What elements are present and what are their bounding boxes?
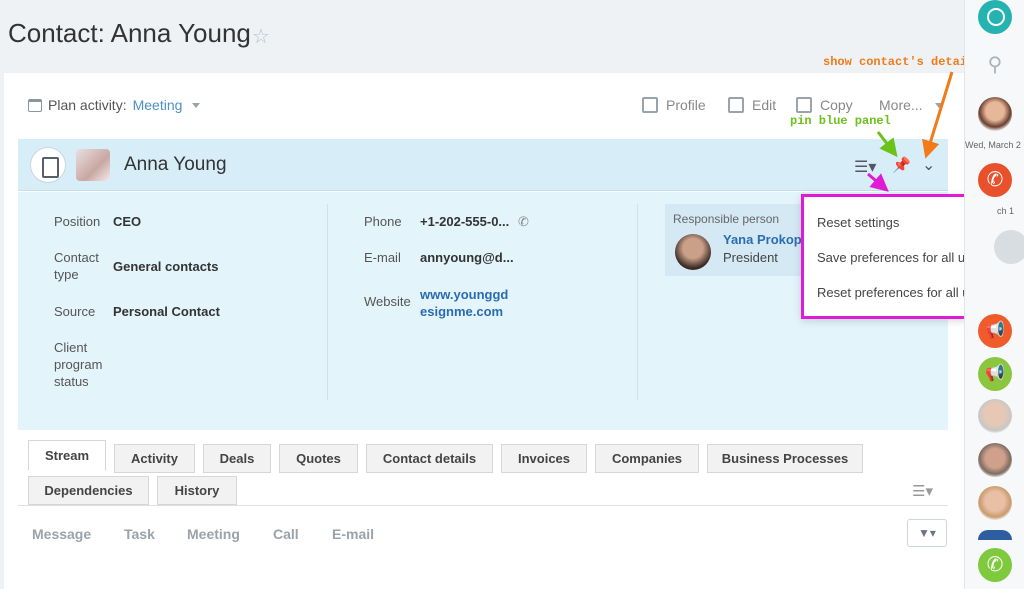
tabs-divider bbox=[18, 505, 948, 506]
tab-companies[interactable]: Companies bbox=[595, 444, 699, 473]
profile-button[interactable]: Profile bbox=[642, 97, 706, 113]
copy-label: Copy bbox=[820, 97, 853, 113]
chat-icon[interactable] bbox=[978, 0, 1012, 34]
responsible-person-card[interactable]: Responsible person Yana Prokope Presiden… bbox=[665, 204, 803, 276]
profile-label: Profile bbox=[666, 97, 706, 113]
position-value: CEO bbox=[113, 214, 142, 229]
tab-stream[interactable]: Stream bbox=[28, 440, 106, 471]
activity-call[interactable]: Call bbox=[273, 526, 299, 542]
phone-value[interactable]: +1-202-555-0... bbox=[420, 213, 509, 230]
star-icon[interactable]: ☆ bbox=[252, 24, 270, 49]
activity-meeting[interactable]: Meeting bbox=[187, 526, 240, 542]
menu-item-reset-settings[interactable]: Reset settings bbox=[817, 215, 899, 230]
divider bbox=[637, 204, 638, 400]
activity-message[interactable]: Message bbox=[32, 526, 91, 542]
contact-type-label-2: type bbox=[54, 267, 79, 282]
copy-button[interactable]: Copy bbox=[796, 97, 853, 113]
responsible-title: Responsible person bbox=[673, 212, 780, 226]
plan-activity-value[interactable]: Meeting bbox=[133, 97, 183, 113]
tab-settings-icon[interactable]: ☰▾ bbox=[912, 482, 933, 500]
avatar[interactable] bbox=[978, 399, 1012, 433]
filter-icon: ▼▾ bbox=[918, 526, 936, 540]
sidebar-date: Wed, March 2 bbox=[965, 140, 1021, 150]
avatar[interactable] bbox=[994, 230, 1024, 264]
calendar-icon bbox=[28, 98, 42, 112]
more-button[interactable]: More... bbox=[879, 97, 943, 113]
phone-icon[interactable] bbox=[978, 548, 1012, 582]
contact-header-panel: Anna Young ☰▾ 📌 ⌄ bbox=[18, 139, 948, 191]
edit-label: Edit bbox=[752, 97, 777, 113]
edit-button[interactable]: Edit bbox=[728, 97, 776, 113]
contact-type-value: General contacts bbox=[113, 259, 219, 274]
avatar[interactable] bbox=[978, 97, 1012, 131]
avatar[interactable] bbox=[978, 486, 1012, 520]
phone-label: Phone bbox=[364, 214, 402, 229]
call-icon[interactable]: ✆ bbox=[518, 213, 529, 230]
tab-history[interactable]: History bbox=[157, 476, 237, 505]
client-label-1: Client bbox=[54, 340, 88, 355]
edit-icon bbox=[728, 97, 744, 113]
right-sidebar: ⚲ Wed, March 2 ch 1 bbox=[964, 0, 1024, 589]
source-value: Personal Contact bbox=[113, 304, 220, 319]
tab-deals[interactable]: Deals bbox=[203, 444, 271, 473]
megaphone-icon[interactable] bbox=[978, 357, 1012, 391]
divider bbox=[327, 204, 328, 400]
plan-activity-label: Plan activity: bbox=[48, 97, 127, 113]
avatar bbox=[675, 234, 711, 270]
page-title: Contact: Anna Young bbox=[8, 18, 251, 48]
website-label: Website bbox=[364, 294, 411, 309]
sidebar-date-2: ch 1 bbox=[997, 206, 1015, 216]
tab-quotes[interactable]: Quotes bbox=[279, 444, 358, 473]
avatar[interactable] bbox=[978, 443, 1012, 477]
contact-type-label-1: Contact bbox=[54, 250, 99, 265]
more-label: More... bbox=[879, 97, 923, 113]
tab-invoices[interactable]: Invoices bbox=[501, 444, 587, 473]
search-icon[interactable]: ⚲ bbox=[978, 48, 1012, 82]
activity-task[interactable]: Task bbox=[124, 526, 155, 542]
profile-icon bbox=[642, 97, 658, 113]
activity-email[interactable]: E-mail bbox=[332, 526, 374, 542]
position-label: Position bbox=[54, 214, 101, 229]
filter-button[interactable]: ▼▾ bbox=[907, 519, 947, 547]
tab-contact-details[interactable]: Contact details bbox=[366, 444, 493, 473]
avatar[interactable] bbox=[978, 530, 1012, 540]
email-label: E-mail bbox=[364, 250, 401, 265]
responsible-name[interactable]: Yana Prokope bbox=[723, 232, 803, 247]
settings-list-icon[interactable]: ☰▾ bbox=[854, 157, 876, 177]
contact-book-icon bbox=[30, 147, 66, 183]
pin-icon[interactable]: 📌 bbox=[892, 156, 911, 174]
client-label-2: program bbox=[54, 357, 103, 372]
client-label-3: status bbox=[54, 374, 89, 389]
megaphone-icon[interactable] bbox=[978, 314, 1012, 348]
tab-business-processes[interactable]: Business Processes bbox=[707, 444, 863, 473]
contact-name: Anna Young bbox=[124, 154, 227, 175]
email-value[interactable]: annyoung@d... bbox=[420, 249, 514, 266]
plan-activity[interactable]: Plan activity: Meeting bbox=[28, 97, 201, 113]
missed-call-icon[interactable] bbox=[978, 163, 1012, 197]
copy-icon bbox=[796, 97, 812, 113]
source-label: Source bbox=[54, 304, 96, 319]
annotation-show-details: show contact's details bbox=[823, 55, 982, 69]
website-value-line-1[interactable]: www.younggd bbox=[420, 286, 508, 303]
website-value-line-2[interactable]: esignme.com bbox=[420, 303, 503, 320]
tab-activity[interactable]: Activity bbox=[114, 444, 195, 473]
tab-dependencies[interactable]: Dependencies bbox=[28, 476, 149, 505]
avatar bbox=[76, 149, 110, 181]
responsible-position: President bbox=[723, 250, 778, 265]
annotation-pin-panel: pin blue panel bbox=[790, 114, 891, 128]
chevron-down-icon bbox=[934, 102, 943, 108]
chevron-down-icon bbox=[192, 102, 201, 108]
chevron-down-icon[interactable]: ⌄ bbox=[922, 155, 935, 175]
